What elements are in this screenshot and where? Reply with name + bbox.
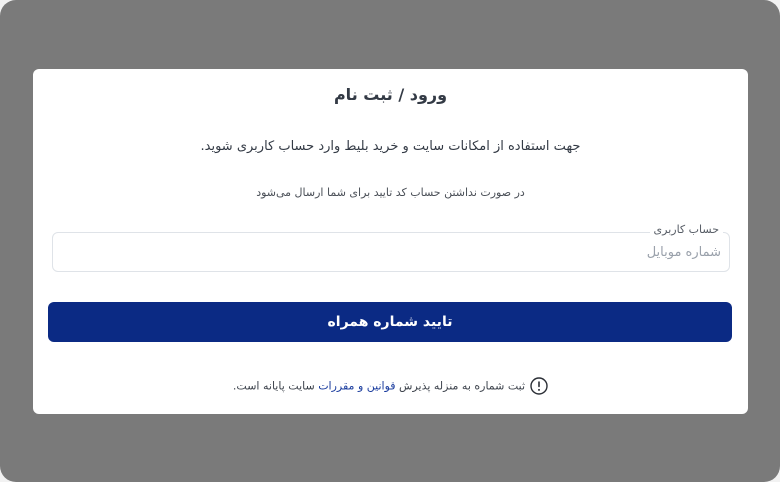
login-modal: ورود / ثبت نام جهت استفاده از امکانات سا… [33,69,748,414]
terms-text-before: ثبت شماره به منزله پذیرش [395,379,526,393]
exclamation-circle-icon [530,377,548,395]
mobile-number-input[interactable] [53,233,729,271]
modal-description: جهت استفاده از امکانات سایت و خرید بلیط … [200,139,581,154]
modal-sub-description: در صورت نداشتن حساب کد تایید برای شما ار… [256,186,525,199]
account-field: حساب کاربری [52,223,730,272]
terms-link[interactable]: قوانین و مقررات [318,380,395,393]
modal-title: ورود / ثبت نام [333,85,448,104]
terms-notice: ثبت شماره به منزله پذیرش قوانین و مقررات… [33,377,748,395]
terms-text-after: سایت پایانه است. [232,379,319,393]
confirm-mobile-button[interactable]: تایید شماره همراه [48,302,732,342]
